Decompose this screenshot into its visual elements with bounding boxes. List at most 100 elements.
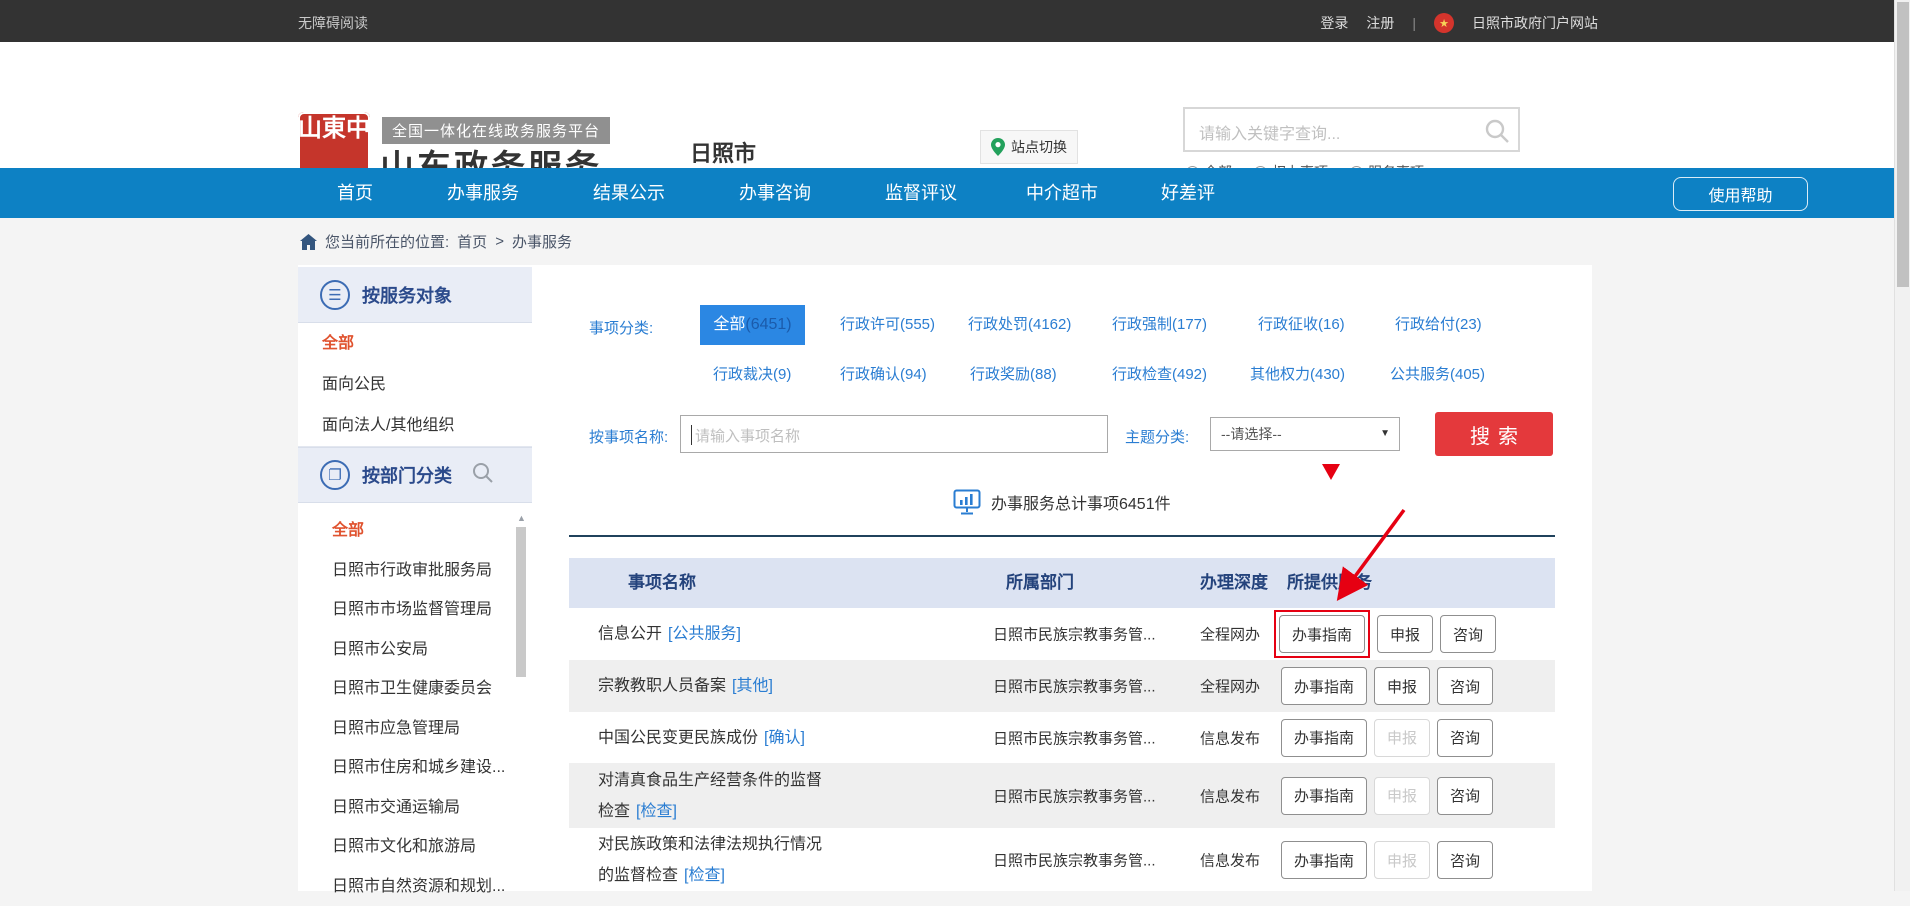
sidebar-scroll-thumb[interactable] — [516, 527, 526, 677]
table-row: 宗教教职人员备案[其他]日照市民族宗教事务管...全程网办办事指南申报咨询 — [569, 660, 1555, 712]
category-link-r2-2[interactable]: 行政奖励(88) — [970, 360, 1057, 390]
portal-link[interactable]: 日照市政府门户网站 — [1472, 13, 1598, 33]
login-link[interactable]: 登录 — [1320, 13, 1348, 33]
nav-item-2[interactable]: 结果公示 — [556, 168, 702, 218]
category-link-r1-3[interactable]: 行政强制(177) — [1112, 305, 1207, 345]
service-button-申报: 申报 — [1374, 841, 1430, 879]
topic-select[interactable]: --请选择-- ▼ — [1210, 417, 1400, 451]
sidebar-dept-item-9[interactable]: 日照市自然资源和规划... — [298, 867, 532, 906]
stats-line: 办事服务总计事项6451件 — [953, 487, 1171, 517]
table-col-header-0: 事项名称 — [628, 558, 696, 608]
item-name-cell: 对清真食品生产经营条件的监督检查[检查] — [598, 765, 833, 827]
item-name-link[interactable]: 宗教教职人员备案 — [598, 678, 726, 695]
nav-item-5[interactable]: 中介超市 — [994, 168, 1130, 218]
item-name-link[interactable]: 中国公民变更民族成份 — [598, 729, 758, 746]
service-button-咨询[interactable]: 咨询 — [1437, 841, 1493, 879]
sidebar-dept-item-7[interactable]: 日照市交通运输局 — [298, 788, 532, 828]
stats-text: 办事服务总计事项6451件 — [991, 490, 1171, 514]
service-target-icon: ☰ — [320, 280, 350, 310]
category-count: (6451) — [745, 305, 791, 345]
service-button-办事指南[interactable]: 办事指南 — [1281, 777, 1367, 815]
site-switch-button[interactable]: 站点切换 — [980, 130, 1078, 164]
table-row: 信息公开[公共服务]日照市民族宗教事务管...全程网办办事指南申报咨询 — [569, 608, 1555, 660]
breadcrumb-home-link[interactable]: 首页 — [457, 231, 487, 252]
department-icon: ❐ — [320, 460, 350, 490]
nav-item-3[interactable]: 办事咨询 — [702, 168, 848, 218]
register-link[interactable]: 注册 — [1366, 13, 1394, 33]
table-row: 中国公民变更民族成份[确认]日照市民族宗教事务管...信息发布办事指南申报咨询 — [569, 712, 1555, 763]
service-button-咨询[interactable]: 咨询 — [1437, 667, 1493, 705]
sidebar-dept-item-0[interactable]: 全部 — [298, 511, 532, 551]
item-tag-link[interactable]: [公共服务] — [668, 626, 741, 643]
page-scrollbar[interactable] — [1894, 0, 1910, 891]
item-name-cell: 宗教教职人员备案 [其他] — [598, 671, 833, 702]
category-link-r1-2[interactable]: 行政处罚(4162) — [968, 305, 1071, 345]
service-button-咨询[interactable]: 咨询 — [1440, 615, 1496, 653]
breadcrumb-separator: > — [495, 233, 504, 250]
category-link-r2-4[interactable]: 其他权力(430) — [1250, 360, 1345, 390]
sidebar-service-item-2[interactable]: 面向法人/其他组织 — [298, 405, 532, 446]
search-placeholder: 请输入关键字查询... — [1199, 120, 1340, 144]
service-target-title: 按服务对象 — [362, 282, 452, 308]
service-button-办事指南[interactable]: 办事指南 — [1281, 841, 1367, 879]
category-link-r2-3[interactable]: 行政检查(492) — [1112, 360, 1207, 390]
nav-item-6[interactable]: 好差评 — [1130, 168, 1246, 218]
category-selected-pill[interactable]: 全部(6451) — [700, 305, 805, 345]
service-button-咨询[interactable]: 咨询 — [1437, 719, 1493, 757]
nav-item-0[interactable]: 首页 — [300, 168, 410, 218]
department-search-icon[interactable] — [472, 462, 494, 489]
search-button[interactable]: 搜索 — [1435, 412, 1553, 456]
item-dept: 日照市民族宗教事务管... — [993, 785, 1156, 806]
category-name: 全部 — [713, 305, 745, 345]
nav-item-4[interactable]: 监督评议 — [848, 168, 994, 218]
scroll-up-arrow-icon[interactable]: ▲ — [516, 513, 527, 523]
sidebar-dept-item-6[interactable]: 日照市住房和城乡建设... — [298, 748, 532, 788]
nav-item-1[interactable]: 办事服务 — [410, 168, 556, 218]
item-search-row: 按事项名称: 请输入事项名称 主题分类: --请选择-- ▼ 搜索 — [569, 415, 1555, 459]
sidebar-dept-item-1[interactable]: 日照市行政审批服务局 — [298, 551, 532, 591]
sidebar-service-item-1[interactable]: 面向公民 — [298, 364, 532, 405]
service-button-办事指南[interactable]: 办事指南 — [1281, 667, 1367, 705]
item-name-link[interactable]: 对清真食品生产经营条件的监督检查 — [598, 772, 822, 820]
sidebar-scrollbar[interactable]: ▲ — [516, 513, 527, 883]
item-tag-link[interactable]: [其他] — [732, 678, 773, 695]
sidebar-dept-item-5[interactable]: 日照市应急管理局 — [298, 709, 532, 749]
keyword-search-input[interactable]: 请输入关键字查询... — [1183, 107, 1520, 152]
category-link-r2-0[interactable]: 行政裁决(9) — [713, 360, 791, 390]
item-dept: 日照市民族宗教事务管... — [993, 676, 1156, 697]
category-row-1: 全部(6451) 行政许可(555) 行政处罚(4162) 行政强制(177) 行政征收… — [569, 305, 1555, 345]
category-link-r1-4[interactable]: 行政征收(16) — [1258, 305, 1345, 345]
item-name-cell: 信息公开 [公共服务] — [598, 619, 833, 650]
site-header: 山東中國 全国一体化在线政务服务平台 山东政务服务 日照市 站点切换 请输入关键… — [0, 42, 1910, 168]
item-service-buttons: 办事指南申报咨询 — [1281, 667, 1493, 705]
item-name-link[interactable]: 信息公开 — [598, 626, 662, 643]
service-button-办事指南[interactable]: 办事指南 — [1281, 719, 1367, 757]
category-link-r2-5[interactable]: 公共服务(405) — [1390, 360, 1485, 390]
item-tag-link[interactable]: [检查] — [636, 803, 677, 820]
table-col-header-3: 所提供服务 — [1287, 558, 1372, 608]
service-button-咨询[interactable]: 咨询 — [1437, 777, 1493, 815]
item-tag-link[interactable]: [确认] — [764, 729, 805, 746]
breadcrumb: 您当前所在的位置: 首页 > 办事服务 — [300, 218, 572, 265]
service-button-申报[interactable]: 申报 — [1374, 667, 1430, 705]
sidebar-dept-item-4[interactable]: 日照市卫生健康委员会 — [298, 669, 532, 709]
accessibility-link[interactable]: 无障碍阅读 — [298, 13, 368, 33]
search-icon[interactable] — [1484, 118, 1510, 149]
sidebar: ☰ 按服务对象 全部面向公民面向法人/其他组织 ❐ 按部门分类 全部日照市行政审… — [298, 265, 532, 891]
item-tag-link[interactable]: [检查] — [684, 867, 725, 884]
category-link-r1-1[interactable]: 行政许可(555) — [840, 305, 935, 345]
service-button-申报[interactable]: 申报 — [1377, 615, 1433, 653]
table-col-header-1: 所属部门 — [1006, 558, 1074, 608]
category-link-r1-5[interactable]: 行政给付(23) — [1395, 305, 1482, 345]
topic-label: 主题分类: — [1125, 426, 1189, 447]
sidebar-dept-item-2[interactable]: 日照市市场监督管理局 — [298, 590, 532, 630]
item-name-input[interactable]: 请输入事项名称 — [680, 415, 1108, 453]
item-depth: 信息发布 — [1200, 785, 1260, 806]
help-button[interactable]: 使用帮助 — [1673, 177, 1808, 211]
page-scroll-thumb[interactable] — [1897, 2, 1909, 287]
sidebar-dept-item-8[interactable]: 日照市文化和旅游局 — [298, 827, 532, 867]
category-link-r2-1[interactable]: 行政确认(94) — [840, 360, 927, 390]
sidebar-service-item-0[interactable]: 全部 — [298, 323, 532, 364]
sidebar-dept-item-3[interactable]: 日照市公安局 — [298, 630, 532, 670]
service-button-办事指南[interactable]: 办事指南 — [1279, 615, 1365, 653]
